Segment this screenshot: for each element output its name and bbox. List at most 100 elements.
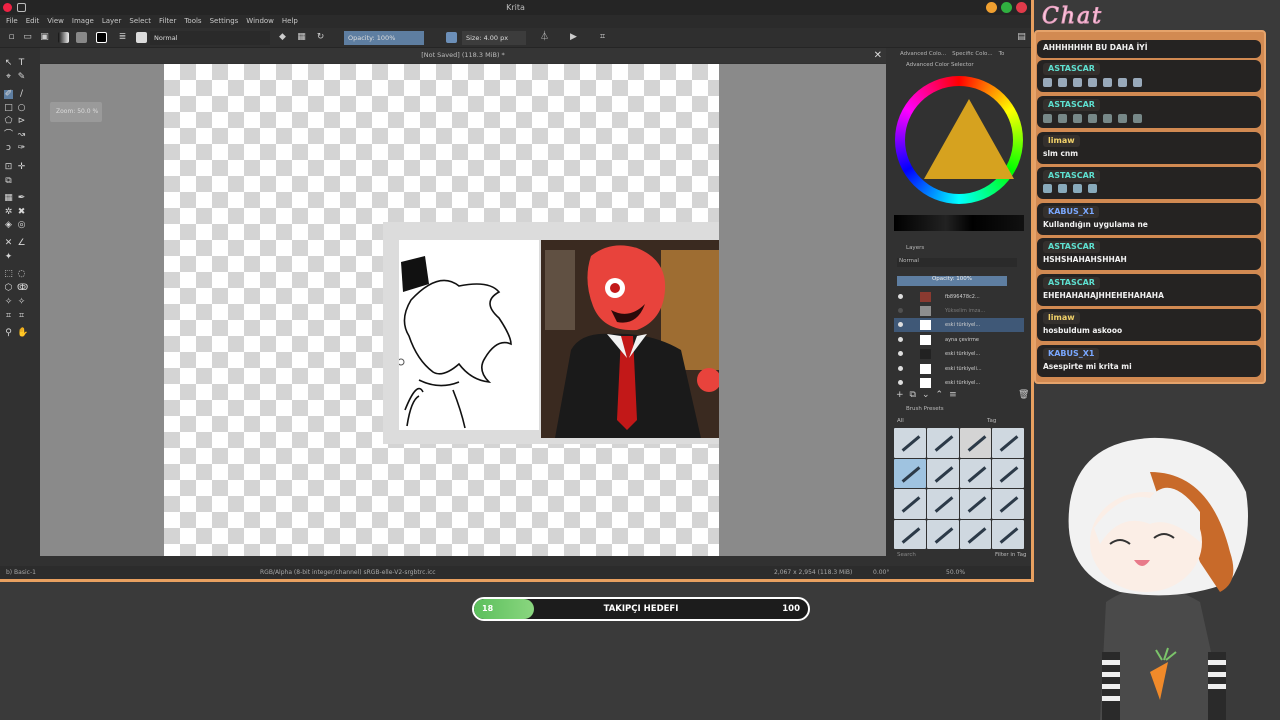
brush-preset[interactable] bbox=[926, 519, 959, 549]
colorize-mask-tool-icon[interactable]: ✲ bbox=[4, 208, 13, 217]
calligraphy-tool-icon[interactable]: ✎ bbox=[17, 73, 26, 82]
layers-opacity-slider[interactable]: Opacity: 100% bbox=[897, 276, 1007, 286]
similar-select-tool-icon[interactable]: ✧ bbox=[17, 298, 26, 307]
visibility-eye-icon[interactable] bbox=[898, 322, 903, 327]
reference-tool-icon[interactable]: ✦ bbox=[4, 253, 13, 262]
duplicate-layer-icon[interactable]: ⧉ bbox=[910, 390, 922, 400]
zoom-tool-icon[interactable]: ⚲ bbox=[4, 329, 13, 338]
rectangle-tool-icon[interactable]: □ bbox=[4, 104, 13, 113]
brush-preset-eraser[interactable] bbox=[894, 428, 926, 458]
brush-preset-selected[interactable] bbox=[894, 458, 926, 488]
brush-preset[interactable] bbox=[992, 458, 1024, 488]
tab-advanced-color[interactable]: Advanced Colo... bbox=[900, 48, 946, 60]
layer-row[interactable]: eski türkiyel... bbox=[894, 347, 1024, 361]
brush-preset[interactable] bbox=[959, 428, 992, 458]
color-picker-tool-icon[interactable]: ✒ bbox=[17, 194, 26, 203]
menu-help[interactable]: Help bbox=[282, 15, 298, 28]
layer-row[interactable]: Yükselim imza... bbox=[894, 304, 1024, 318]
brush-tag-select[interactable]: Tag bbox=[987, 418, 996, 424]
delete-layer-icon[interactable]: 🗑 bbox=[1018, 390, 1029, 400]
maximize-button[interactable] bbox=[1001, 2, 1012, 13]
visibility-eye-icon[interactable] bbox=[898, 380, 903, 385]
color-wheel[interactable] bbox=[895, 76, 1023, 204]
canvas-paper[interactable] bbox=[164, 64, 719, 556]
contiguous-select-tool-icon[interactable]: ✧ bbox=[4, 298, 13, 307]
pan-tool-icon[interactable]: ✋ bbox=[17, 329, 28, 338]
brush-preset[interactable] bbox=[894, 489, 926, 519]
layer-row[interactable]: eski türkiyeli... bbox=[894, 362, 1024, 376]
color-swap-icon[interactable] bbox=[96, 32, 107, 43]
menu-filter[interactable]: Filter bbox=[159, 15, 176, 28]
menu-window[interactable]: Window bbox=[246, 15, 274, 28]
brush-filter-select[interactable]: All bbox=[897, 418, 904, 424]
menu-view[interactable]: View bbox=[47, 15, 64, 28]
tab-tool-options[interactable]: To bbox=[999, 48, 1005, 60]
pasted-reference-image[interactable] bbox=[383, 222, 719, 444]
brush-preset[interactable] bbox=[959, 489, 992, 519]
filter-in-tag-checkbox[interactable]: Filter in Tag bbox=[995, 552, 1026, 558]
brush-preset[interactable] bbox=[926, 489, 959, 519]
dynamic-brush-tool-icon[interactable]: ↄ bbox=[4, 144, 13, 153]
select-shapes-tool-icon[interactable]: ↖ bbox=[4, 59, 13, 68]
layer-row[interactable]: eski türkiyel... bbox=[894, 376, 1024, 390]
transform-tool-icon[interactable]: ⧉ bbox=[4, 177, 13, 186]
polygon-select-tool-icon[interactable]: ⬡ bbox=[4, 284, 13, 293]
status-rotation[interactable]: 0.00° bbox=[873, 566, 889, 579]
freehand-select-tool-icon[interactable]: ↂ bbox=[17, 284, 28, 293]
multibrush-tool-icon[interactable]: ✑ bbox=[17, 144, 26, 153]
document-tab[interactable]: [Not Saved] (118.3 MiB) * ✕ bbox=[40, 48, 886, 63]
assistant-tool-icon[interactable]: ✕ bbox=[4, 239, 13, 248]
open-document-icon[interactable]: ▭ bbox=[22, 32, 33, 43]
new-document-icon[interactable]: ▫ bbox=[6, 32, 17, 43]
measure-tool-icon[interactable]: ∠ bbox=[17, 239, 26, 248]
visibility-eye-icon[interactable] bbox=[898, 337, 903, 342]
menu-settings[interactable]: Settings bbox=[210, 15, 239, 28]
pin-icon[interactable] bbox=[17, 3, 26, 12]
visibility-eye-icon[interactable] bbox=[898, 294, 903, 299]
mirror-horizontal-icon[interactable]: ⏃ bbox=[539, 32, 550, 43]
menu-edit[interactable]: Edit bbox=[26, 15, 40, 28]
gradient-icon[interactable] bbox=[58, 32, 69, 43]
rect-select-tool-icon[interactable]: ⬚ bbox=[4, 270, 13, 279]
pattern-icon[interactable] bbox=[76, 32, 87, 43]
color-triangle[interactable] bbox=[924, 99, 1014, 179]
size-slider[interactable]: Size: 4.00 px bbox=[462, 31, 526, 45]
crop-tool-icon[interactable]: ⊡ bbox=[4, 163, 13, 172]
brush-preset[interactable] bbox=[992, 428, 1024, 458]
bezier-select-tool-icon[interactable]: ⌗ bbox=[4, 312, 13, 321]
layer-row[interactable]: ayna çevirme bbox=[894, 333, 1024, 347]
menu-image[interactable]: Image bbox=[72, 15, 94, 28]
brush-preset[interactable] bbox=[926, 428, 959, 458]
blend-mode-select[interactable]: Normal bbox=[150, 31, 270, 45]
minimize-button[interactable] bbox=[986, 2, 997, 13]
polygon-tool-icon[interactable]: ⬠ bbox=[4, 117, 13, 126]
brush-preset[interactable] bbox=[894, 519, 926, 549]
close-window-button[interactable] bbox=[1016, 2, 1027, 13]
canvas-viewport[interactable]: Zoom: 50.0 % bbox=[40, 64, 886, 556]
move-up-icon[interactable]: ⌃ bbox=[936, 390, 950, 400]
fill-tool-icon[interactable]: ◈ bbox=[4, 221, 13, 230]
visibility-eye-icon[interactable] bbox=[898, 351, 903, 356]
reload-preset-icon[interactable]: ↻ bbox=[315, 32, 326, 43]
bezier-tool-icon[interactable]: ⌒ bbox=[4, 131, 13, 140]
opacity-slider[interactable]: Opacity: 100% bbox=[344, 31, 424, 45]
workspace-icon[interactable]: ▤ bbox=[1016, 32, 1027, 43]
status-brush[interactable]: b) Basic-1 bbox=[6, 566, 36, 579]
color-history-strip[interactable] bbox=[894, 215, 1024, 231]
smart-patch-tool-icon[interactable]: ✖ bbox=[17, 208, 26, 217]
menu-layer[interactable]: Layer bbox=[102, 15, 122, 28]
preserve-alpha-icon[interactable]: ▦ bbox=[296, 32, 307, 43]
menu-file[interactable]: File bbox=[6, 15, 18, 28]
brush-search-input[interactable]: Search bbox=[897, 552, 916, 558]
freehand-path-tool-icon[interactable]: ↝ bbox=[17, 131, 26, 140]
save-document-icon[interactable]: ▣ bbox=[39, 32, 50, 43]
layer-row[interactable]: eski türkiyel... bbox=[894, 318, 1024, 332]
gradient-tool-icon[interactable]: ▦ bbox=[4, 194, 13, 203]
text-tool-icon[interactable]: T bbox=[17, 59, 26, 68]
ellipse-select-tool-icon[interactable]: ◌ bbox=[17, 270, 26, 279]
layer-menu-icon[interactable]: ≡ bbox=[949, 390, 963, 400]
menu-select[interactable]: Select bbox=[129, 15, 151, 28]
close-document-icon[interactable]: ✕ bbox=[874, 48, 882, 63]
visibility-eye-icon[interactable] bbox=[898, 308, 903, 313]
visibility-eye-icon[interactable] bbox=[898, 366, 903, 371]
